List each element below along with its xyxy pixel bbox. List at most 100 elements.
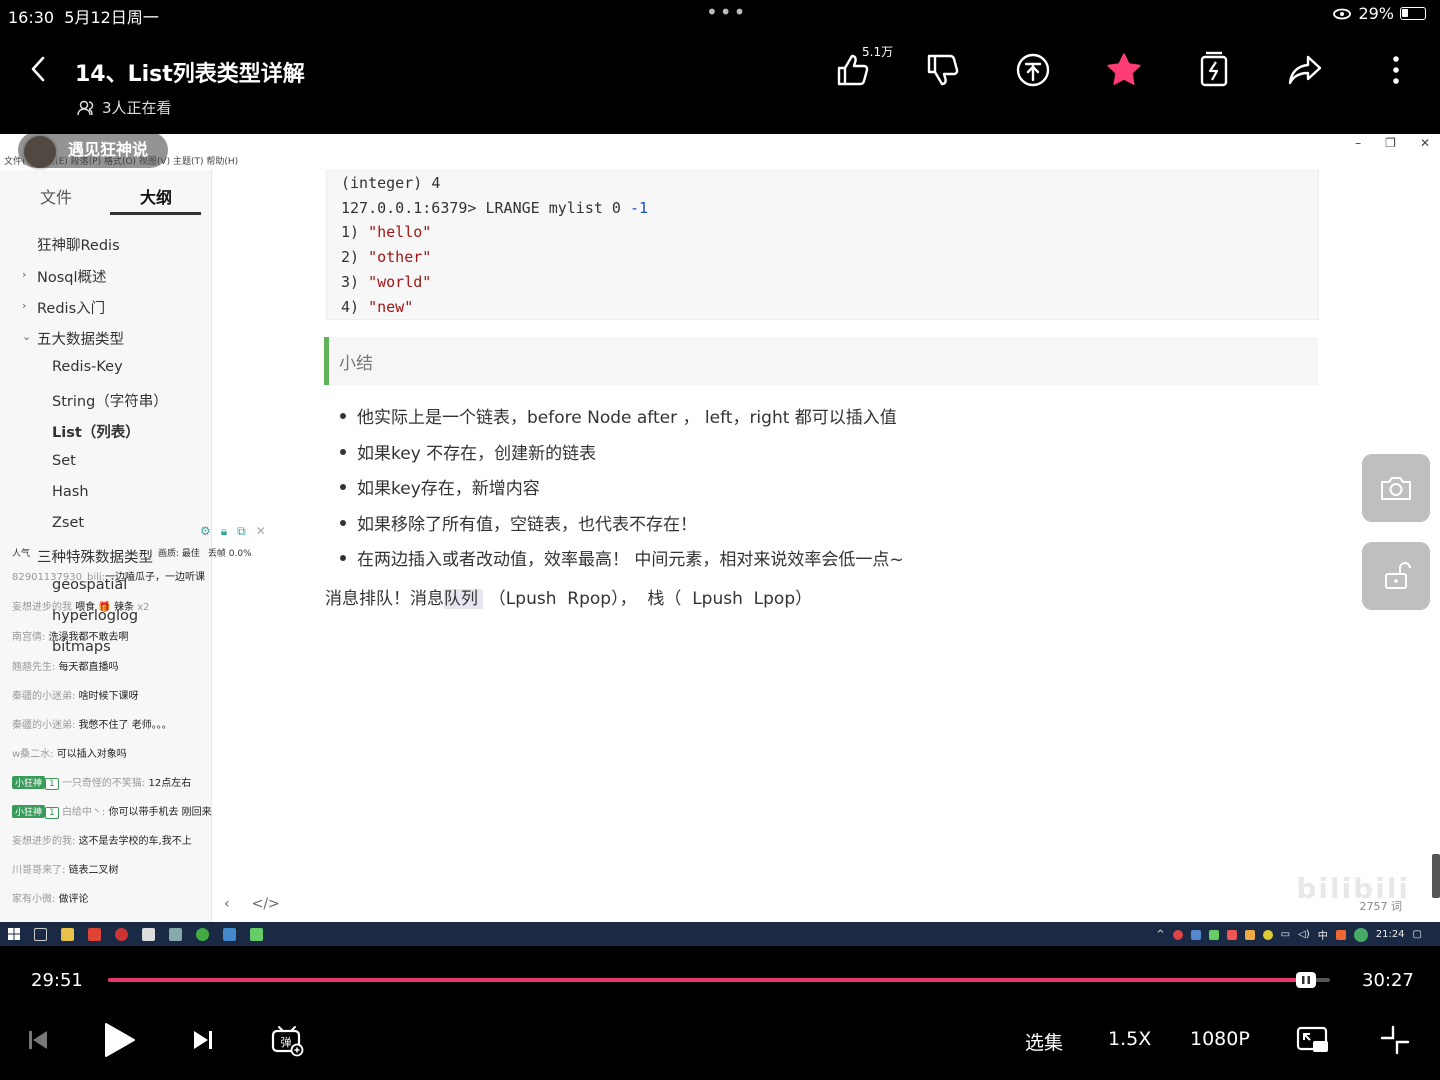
next-button[interactable] xyxy=(191,1022,215,1058)
play-icon xyxy=(105,1023,135,1057)
screenshot-button[interactable] xyxy=(1362,454,1430,522)
unlock-icon xyxy=(1385,562,1411,589)
share-button[interactable] xyxy=(1283,48,1327,92)
popularity-label: 人气 xyxy=(12,549,31,559)
chat-line: 秦疆的小迷弟: 啥时候下课呀 xyxy=(12,691,139,702)
tray-icon[interactable] xyxy=(1335,929,1346,940)
speed-button[interactable]: 1.5X xyxy=(1108,1028,1151,1050)
chevron-right-icon[interactable]: › xyxy=(22,299,26,312)
windows-taskbar: ^ ▭ ◁) 中 21:24 ▢ xyxy=(0,922,1440,946)
outline-item[interactable]: String（字符串） xyxy=(52,390,168,411)
list-item: 如果key 不存在，创建新的链表 xyxy=(340,439,904,475)
app-icon[interactable] xyxy=(88,927,101,941)
queue-paragraph: 消息排队！消息队列 （Lpush Rpop）， 栈（ Lpush Lpop） xyxy=(325,589,813,609)
pip-button[interactable] xyxy=(1296,1022,1330,1058)
volume-icon[interactable]: ◁) xyxy=(1298,929,1310,940)
tray-icon[interactable] xyxy=(1190,929,1201,940)
previous-button[interactable] xyxy=(26,1022,50,1058)
quality-label: 画质: 最佳 xyxy=(158,549,200,559)
tray-icon[interactable] xyxy=(1208,929,1219,940)
editor-content: (integer) 4 127.0.0.1:6379> LRANGE mylis… xyxy=(214,154,1440,946)
tab-files[interactable]: 文件 xyxy=(40,184,72,208)
notification-icon[interactable]: ▢ xyxy=(1413,929,1422,940)
favorite-button[interactable] xyxy=(1102,48,1146,92)
windows-start-icon[interactable] xyxy=(8,928,20,940)
tray-icon[interactable] xyxy=(1172,929,1183,940)
danmaku-icon: 弹 xyxy=(271,1026,304,1057)
chevron-down-icon[interactable]: ⌄ xyxy=(22,330,31,343)
taskbar-clock[interactable]: 21:24 xyxy=(1376,929,1405,940)
outline-item[interactable]: Hash xyxy=(52,484,89,500)
word-count: 2757 词 xyxy=(1359,900,1403,913)
more-vertical-icon xyxy=(1393,56,1399,84)
settings-icon[interactable]: ⚙ xyxy=(200,524,211,539)
danmaku-button[interactable]: 弹 xyxy=(270,1022,304,1058)
multitask-dots[interactable]: ••• xyxy=(706,0,747,24)
chevron-up-icon[interactable]: ^ xyxy=(1156,929,1164,940)
progress-thumb[interactable] xyxy=(1295,972,1316,988)
battery-percent: 29% xyxy=(1358,4,1394,23)
outline-item-active[interactable]: List（列表） xyxy=(52,421,140,442)
viewer-count: 3人正在看 xyxy=(76,97,172,118)
scroll-handle[interactable] xyxy=(1432,854,1440,898)
outline-item[interactable]: Redis-Key xyxy=(52,359,123,375)
app-icon[interactable] xyxy=(223,927,236,941)
chevron-right-icon[interactable]: › xyxy=(22,268,26,281)
source-code-icon[interactable]: </> xyxy=(252,896,280,912)
list-item: 在两边插入或者改动值，效率最高！ 中间元素，相对来说效率会低一点~ xyxy=(340,545,904,581)
folder-icon[interactable] xyxy=(61,927,74,941)
chrome-icon[interactable] xyxy=(196,927,209,941)
progress-bar[interactable] xyxy=(108,978,1330,982)
outline-item[interactable]: Set xyxy=(52,453,76,469)
chevron-left-icon[interactable]: ‹ xyxy=(224,896,230,912)
tray-icon[interactable] xyxy=(1262,929,1273,940)
picture-in-picture-icon xyxy=(1296,1026,1328,1052)
skip-previous-icon xyxy=(29,1031,47,1049)
app-icon[interactable] xyxy=(115,927,128,941)
like-count: 5.1万 xyxy=(862,45,894,59)
rotation-lock-button[interactable] xyxy=(1362,542,1430,610)
ime-indicator[interactable]: 中 xyxy=(1318,927,1328,942)
app-icon[interactable] xyxy=(142,927,155,941)
restore-icon[interactable]: ❐ xyxy=(1385,136,1396,150)
quality-button[interactable]: 1080P xyxy=(1190,1028,1250,1050)
tab-underline xyxy=(110,212,201,215)
wechat-icon[interactable] xyxy=(250,927,263,941)
outline-item[interactable]: Redis入门 xyxy=(37,297,105,318)
chat-line: 小狂神 1 一只奇怪的不笑猫: 12点左右 xyxy=(12,774,191,790)
minimize-icon[interactable]: – xyxy=(1355,136,1361,150)
svg-text:弹: 弹 xyxy=(281,1035,292,1049)
close-icon[interactable]: ✕ xyxy=(1420,136,1430,150)
list-item: 如果移除了所有值，空链表，也代表不存在！ xyxy=(340,510,904,546)
coin-icon xyxy=(1016,53,1050,87)
tray-icon[interactable] xyxy=(1226,929,1237,940)
tab-outline[interactable]: 大纲 xyxy=(140,184,172,208)
outline-item[interactable]: Zset xyxy=(52,515,84,531)
typora-icon[interactable] xyxy=(169,927,182,941)
task-view-icon[interactable] xyxy=(34,927,47,941)
chat-line: 小狂神 1 白给中丶: 你可以带手机去 刚回来 xyxy=(12,803,212,819)
more-button[interactable] xyxy=(1374,48,1418,92)
outline-item[interactable]: 狂神聊Redis xyxy=(37,234,120,255)
tray-icon[interactable] xyxy=(1353,927,1368,942)
back-button[interactable] xyxy=(22,52,56,86)
network-icon[interactable]: ▭ xyxy=(1281,929,1290,940)
exit-fullscreen-button[interactable] xyxy=(1380,1022,1410,1058)
uploader-name[interactable]: 遇见狂神说 xyxy=(18,134,169,168)
play-button[interactable] xyxy=(101,1022,137,1058)
skip-next-icon xyxy=(194,1031,212,1049)
list-item: 他实际上是一个链表，before Node after ， left，right… xyxy=(340,403,904,439)
outline-item[interactable]: 五大数据类型 xyxy=(37,328,124,349)
tray-icon[interactable] xyxy=(1244,929,1255,940)
viewer-count-text: 3人正在看 xyxy=(102,99,172,117)
outline-item[interactable]: Nosql概述 xyxy=(37,266,107,287)
charge-icon xyxy=(1200,51,1228,87)
video-frame[interactable]: – ❐ ✕ 文件(F) 编辑(E) 段落(P) 格式(O) 视图(V) 主题(T… xyxy=(0,134,1440,946)
coin-button[interactable] xyxy=(1011,48,1055,92)
code-block: (integer) 4 127.0.0.1:6379> LRANGE mylis… xyxy=(326,170,1319,320)
charge-button[interactable] xyxy=(1192,48,1236,92)
episodes-button[interactable]: 选集 xyxy=(1025,1028,1063,1055)
chat-line: 妄想进步的我: 这不是去学校的车,我不上 xyxy=(12,836,192,847)
dislike-button[interactable] xyxy=(920,48,964,92)
chat-line: 秦疆的小迷弟: 我憋不住了 老师。。。 xyxy=(12,720,172,731)
